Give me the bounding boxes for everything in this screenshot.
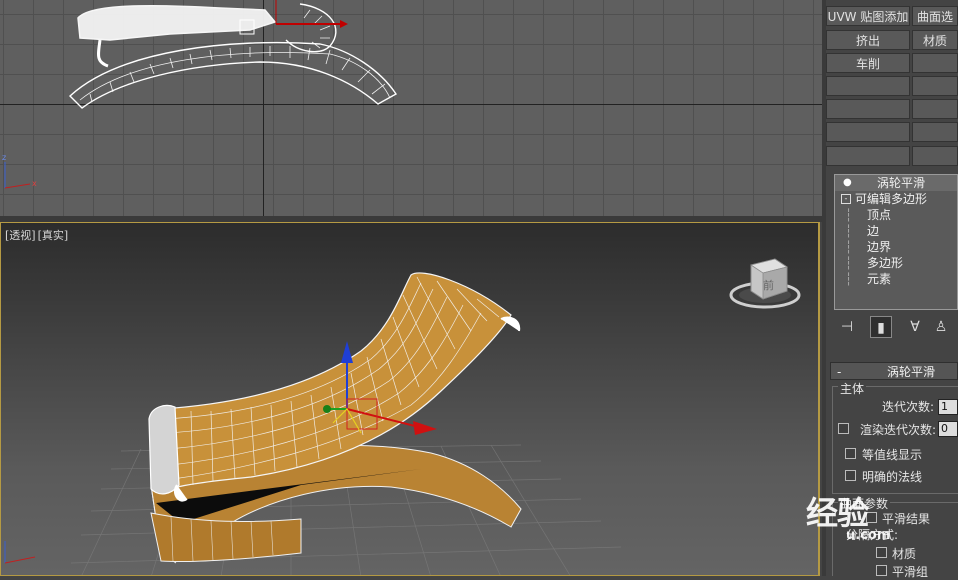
sub-object-label: 多边形 [867, 256, 904, 270]
render-iters-spinner[interactable]: 0 [938, 421, 958, 437]
sub-object-label: 边界 [867, 240, 892, 254]
surface-select-button[interactable]: 曲面选 [912, 6, 958, 26]
extrude-button[interactable]: 挤出 [826, 30, 910, 50]
materials-checkbox[interactable] [876, 547, 887, 558]
make-unique-icon[interactable]: ∀ [904, 316, 926, 338]
smoothing-groups-label: 平滑组 [892, 565, 929, 579]
stack-item-label: 可编辑多边形 [855, 192, 928, 206]
iterations-label: 迭代次数: [882, 400, 935, 414]
stack-toolbar: ⊣ ▮ ∀ ♙ [836, 316, 958, 338]
modifier-slot-empty[interactable] [912, 53, 958, 73]
stack-item-label: 涡轮平滑 [877, 176, 926, 190]
lathe-button[interactable]: 车削 [826, 53, 910, 73]
modifier-slot-empty[interactable] [912, 76, 958, 96]
modifier-slot-empty[interactable] [912, 122, 958, 142]
viewport-perspective[interactable]: [透视] [真实] 前 [0, 222, 820, 576]
uvw-map-add-button[interactable]: UVW 贴图添加 [826, 6, 910, 26]
sub-object-label: 边 [867, 224, 880, 238]
stack-item-turbosmooth[interactable]: ● 涡轮平滑 [835, 175, 957, 191]
tree-line-icon: ┆ [845, 272, 853, 286]
pin-stack-icon[interactable]: ⊣ [836, 316, 858, 338]
rollout-collapse[interactable]: - [837, 363, 841, 381]
modifier-slot-empty[interactable] [826, 99, 910, 119]
materials-label: 材质 [892, 547, 917, 561]
watermark-domain: u.com [846, 528, 891, 543]
smoothing-groups-checkbox[interactable] [876, 565, 887, 576]
collapse-minus-icon[interactable]: - [841, 194, 851, 204]
svg-text:z: z [2, 153, 6, 162]
isoline-checkbox[interactable] [845, 448, 856, 459]
isoline-label: 等值线显示 [862, 448, 923, 462]
render-iters-checkbox[interactable] [838, 423, 849, 434]
smooth-result-label: 平滑结果 [882, 512, 931, 526]
tree-line-icon: ┆ [845, 240, 853, 254]
rollout-header-turbosmooth[interactable]: - 涡轮平滑 [830, 362, 958, 380]
perspective-scene [4, 258, 801, 575]
material-button[interactable]: 材质 [912, 30, 958, 50]
tree-line-icon: ┆ [845, 224, 853, 238]
iterations-spinner[interactable]: 1 [938, 399, 958, 415]
svg-text:x: x [32, 179, 37, 188]
explicit-normals-label: 明确的法线 [862, 470, 923, 484]
tree-line-icon: ┆ [845, 208, 853, 222]
sub-object-label: 元素 [867, 272, 892, 286]
modifier-slot-empty[interactable] [912, 99, 958, 119]
modifier-slot-empty[interactable] [826, 76, 910, 96]
sub-object-label: 顶点 [867, 208, 892, 222]
show-end-result-icon[interactable]: ▮ [870, 316, 892, 338]
viewport-top[interactable]: z x [0, 0, 822, 216]
modifier-slot-empty[interactable] [826, 122, 910, 142]
rollout-title: 涡轮平滑 [887, 365, 936, 379]
group-main-title: 主体 [838, 380, 867, 397]
lightbulb-icon[interactable]: ● [843, 175, 852, 191]
remove-modifier-icon[interactable]: ♙ [930, 316, 952, 338]
top-view-wireframe: z x [2, 0, 398, 189]
modifier-stack[interactable]: ● 涡轮平滑 - 可编辑多边形 ┆ 顶点 ┆ 边 ┆ 边界 ┆ 多边形 ┆ 元素 [834, 174, 958, 310]
modifier-slot-empty[interactable] [826, 146, 910, 166]
viewcube[interactable]: 前 [751, 259, 789, 299]
viewcube-front-face[interactable]: 前 [763, 277, 774, 293]
render-iters-label: 渲染迭代次数: [860, 423, 937, 437]
modifier-slot-empty[interactable] [912, 146, 958, 166]
explicit-normals-checkbox[interactable] [845, 470, 856, 481]
tree-line-icon: ┆ [845, 256, 853, 270]
